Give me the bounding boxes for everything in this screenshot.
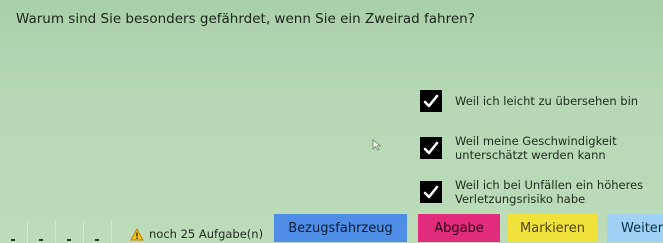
answer-option-2[interactable]: Weil meine Geschwindigkeit unterschätzt … [420,134,617,162]
progress-marker [56,221,84,243]
remaining-tasks-text: noch 25 Aufgabe(n) [149,227,264,241]
mouse-cursor-icon [372,139,382,151]
progress-marker [84,221,112,243]
answer-2-checkbox[interactable] [420,137,442,159]
checkmark-icon [423,141,439,155]
task-progress-markers [0,221,112,243]
progress-marker [0,221,28,243]
answer-2-text: Weil meine Geschwindigkeit unterschätzt … [455,134,617,162]
markieren-button[interactable]: Markieren [508,214,597,242]
checkmark-icon [423,94,439,108]
warning-triangle-icon [130,227,144,240]
answer-1-text: Weil ich leicht zu übersehen bin [455,94,639,108]
question-text: Warum sind Sie besonders gefährdet, wenn… [16,11,475,27]
abgabe-button[interactable]: Abgabe [418,214,500,242]
answer-option-3[interactable]: Weil ich bei Unfällen ein höheres Verlet… [420,178,643,206]
answer-3-checkbox[interactable] [420,181,442,203]
answer-1-checkbox[interactable] [420,90,442,112]
weiter-button[interactable]: Weiter [607,214,663,242]
checkmark-icon [423,185,439,199]
remaining-tasks: noch 25 Aufgabe(n) [130,227,263,241]
answer-option-1[interactable]: Weil ich leicht zu übersehen bin [420,90,638,112]
progress-marker [28,221,56,243]
answer-3-text: Weil ich bei Unfällen ein höheres Verlet… [455,178,644,206]
bezugsfahrzeug-button[interactable]: Bezugsfahrzeug [274,214,407,242]
